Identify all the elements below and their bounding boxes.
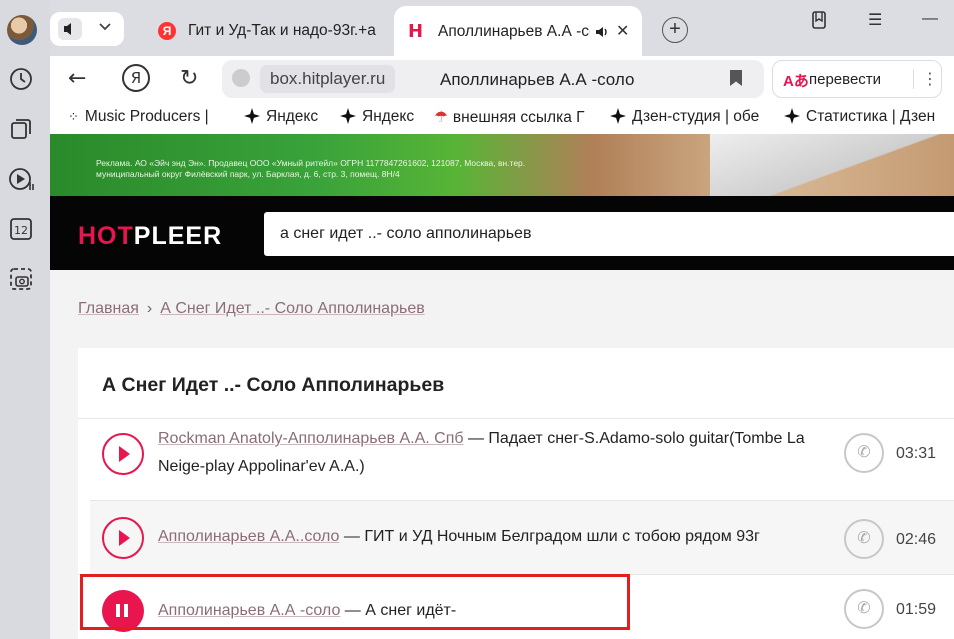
profile-avatar[interactable] <box>7 15 37 45</box>
track-row[interactable]: Апполинарьев А.А..соло — ГИТ и УД Ночным… <box>90 500 954 574</box>
track-artist-link[interactable]: Апполинарьев А.А..соло <box>158 528 339 545</box>
yandex-star-icon <box>340 108 356 124</box>
track-title: — ГИТ и УД Ночным Белградом шли с тобою … <box>343 528 760 545</box>
ad-banner[interactable]: Реклама. АО «Эйч энд Эн». Продавец ООО «… <box>50 134 954 196</box>
bookmark-music-producers[interactable]: ⁘ Music Producers | <box>68 108 228 126</box>
menu-icon[interactable]: ☰ <box>868 10 882 30</box>
tab-close-icon[interactable]: ✕ <box>616 21 629 41</box>
translate-icon: Aあ <box>783 73 809 90</box>
translate-button[interactable]: Aあ перевести ⋮ <box>772 60 942 98</box>
play-button[interactable] <box>102 433 144 475</box>
track-duration: 03:31 <box>896 445 937 462</box>
address-bar[interactable]: box.hitplayer.ru Аполлинарьев А.А -соло <box>222 60 764 98</box>
breadcrumb: Главная › А Снег Идет ..- Соло Апполинарье… <box>78 300 425 318</box>
browser-window: { "tabs": [ {"title": "Гит и Уд-Так и на… <box>0 0 954 639</box>
ringtone-phone-icon[interactable]: ✆ <box>844 433 884 473</box>
speaker-icon[interactable] <box>58 18 82 40</box>
breadcrumb-current-link[interactable]: А Снег Идет ..- Соло Апполинарьев <box>160 300 424 317</box>
track-duration: 01:59 <box>896 601 937 618</box>
umbrella-icon: ☂ <box>434 109 448 126</box>
calendar-12-icon[interactable]: 12 <box>8 216 34 242</box>
ringtone-phone-icon[interactable]: ✆ <box>844 519 884 559</box>
tab-title: Аполлинарьев А.А -соло <box>438 23 590 40</box>
dzen-icon <box>610 108 626 124</box>
reload-icon[interactable]: ↻ <box>180 66 198 91</box>
yandex-logo-icon[interactable]: Я <box>122 64 150 92</box>
ad-legal-text: Реклама. АО «Эйч энд Эн». Продавец ООО «… <box>96 158 526 179</box>
site-search <box>264 212 954 256</box>
svg-text:12: 12 <box>14 224 28 237</box>
breadcrumb-home-link[interactable]: Главная <box>78 300 139 317</box>
screenshot-camera-icon[interactable] <box>8 266 34 292</box>
page-viewport: Реклама. АО «Эйч энд Эн». Продавец ООО «… <box>50 134 954 639</box>
lock-icon[interactable] <box>232 69 250 87</box>
play-icon <box>119 530 130 546</box>
history-clock-icon[interactable] <box>8 66 34 92</box>
play-icon <box>119 446 130 462</box>
tab-git-i-ud[interactable]: Я Гит и Уд-Так и надо-93г.+а <box>142 8 392 54</box>
tab-strip: Я Гит и Уд-Так и надо-93г.+а H Аполлинар… <box>50 0 954 56</box>
back-arrow-icon[interactable]: ← <box>68 66 86 91</box>
site-logo[interactable]: HOTPLEER <box>78 222 222 251</box>
media-player-icon[interactable] <box>8 166 34 192</box>
collections-icon[interactable] <box>8 116 34 142</box>
ringtone-phone-icon[interactable]: ✆ <box>844 589 884 629</box>
track-duration: 02:46 <box>896 531 937 548</box>
bookmark-yandex-2[interactable]: Яндекс <box>340 108 414 126</box>
bookmark-external-link[interactable]: ☂ внешняя ссылка Г <box>434 108 594 127</box>
more-vertical-icon[interactable]: ⋮ <box>913 69 938 89</box>
browser-sidebar: 12 <box>0 0 50 639</box>
play-button[interactable] <box>102 517 144 559</box>
bookmark-yandex-1[interactable]: Яндекс <box>244 108 318 126</box>
yandex-favicon-icon: Я <box>158 22 176 40</box>
translate-label: перевести <box>809 71 882 88</box>
dzen-icon <box>784 108 800 124</box>
hitplayer-favicon-icon: H <box>408 21 424 42</box>
highlight-box <box>80 574 630 630</box>
results-heading: А Снег Идет ..- Соло Апполинарьев <box>102 374 445 396</box>
address-page-title[interactable]: Аполлинарьев А.А -соло <box>440 70 634 90</box>
minimize-icon[interactable]: — <box>922 10 938 28</box>
bookmark-statistics[interactable]: Статистика | Дзен <box>784 108 954 126</box>
new-tab-button[interactable]: + <box>662 17 688 43</box>
site-header: HOTPLEER <box>50 196 954 270</box>
bookmarks-bar: ⁘ Music Producers | Яндекс Яндекс ☂ внешня… <box>50 102 954 134</box>
banner-image <box>710 134 954 196</box>
bookmark-icon[interactable] <box>730 70 742 86</box>
tab-audio-icon[interactable] <box>594 25 610 39</box>
bookmark-dzen-studio[interactable]: Дзен-студия | обе <box>610 108 770 126</box>
track-artist-link[interactable]: Rockman Anatoly-Апполинарьев А.А. Спб <box>158 430 464 447</box>
address-host[interactable]: box.hitplayer.ru <box>260 65 396 93</box>
tab-active-hitplayer[interactable]: H Аполлинарьев А.А -соло ✕ <box>394 6 642 56</box>
bookmarks-panel-icon[interactable] <box>810 10 828 35</box>
chevron-down-icon[interactable] <box>98 22 112 32</box>
dots-icon: ⁘ <box>68 109 79 124</box>
tab-media-control[interactable] <box>50 12 124 46</box>
search-input[interactable] <box>264 212 954 256</box>
navigation-toolbar: ← Я ↻ box.hitplayer.ru Аполлинарьев А.А … <box>50 56 954 102</box>
chevron-right-icon: › <box>146 300 153 317</box>
track-row[interactable]: Rockman Anatoly-Апполинарьев А.А. Спб — … <box>78 418 954 500</box>
yandex-star-icon <box>244 108 260 124</box>
tab-title: Гит и Уд-Так и надо-93г.+а <box>188 22 376 39</box>
